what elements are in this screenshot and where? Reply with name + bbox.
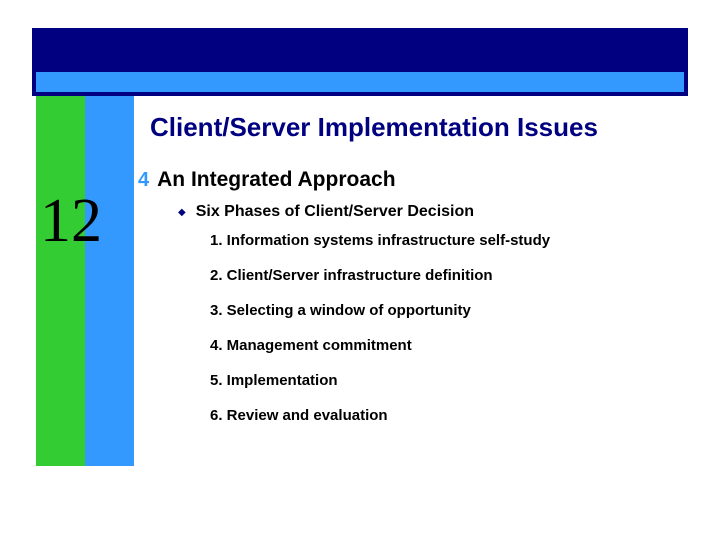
header-bar-accent xyxy=(36,72,684,92)
side-stripes xyxy=(36,96,134,466)
bullet-row: 4 An Integrated Approach xyxy=(138,168,396,192)
diamond-icon: ◆ xyxy=(178,207,186,218)
subheading-row: ◆ Six Phases of Client/Server Decision xyxy=(178,203,474,221)
bullet-text: An Integrated Approach xyxy=(157,168,395,192)
phase-item: 5. Implementation xyxy=(210,372,550,389)
phase-item: 3. Selecting a window of opportunity xyxy=(210,302,550,319)
phase-item: 2. Client/Server infrastructure definiti… xyxy=(210,267,550,284)
phases-list: 1. Information systems infrastructure se… xyxy=(210,232,550,442)
phase-item: 4. Management commitment xyxy=(210,337,550,354)
stripe-green xyxy=(36,96,85,466)
chapter-number: 12 xyxy=(40,186,102,257)
bullet-icon: 4 xyxy=(138,170,149,190)
stripe-blue xyxy=(85,96,134,466)
phase-item: 6. Review and evaluation xyxy=(210,407,550,424)
phase-item: 1. Information systems infrastructure se… xyxy=(210,232,550,249)
subheading-text: Six Phases of Client/Server Decision xyxy=(196,203,474,221)
page-title: Client/Server Implementation Issues xyxy=(150,112,598,143)
